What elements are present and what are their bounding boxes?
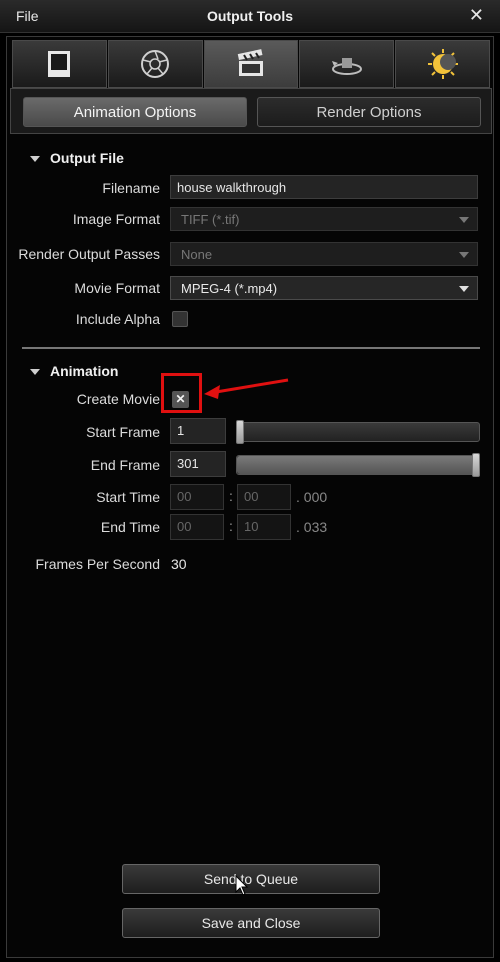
time-separator: : <box>229 518 233 534</box>
create-movie-label: Create Movie <box>76 391 160 407</box>
tab-page[interactable] <box>12 40 107 88</box>
image-format-label: Image Format <box>72 211 160 227</box>
start-time-seconds[interactable]: 00 <box>237 484 291 510</box>
option-tabs: Animation Options Render Options <box>10 88 492 134</box>
include-alpha-checkbox[interactable] <box>172 311 188 327</box>
tab-animation[interactable] <box>203 40 299 88</box>
time-separator: : <box>229 488 233 504</box>
page-icon <box>48 51 71 77</box>
tool-tabs <box>12 40 490 88</box>
annotation-highlight-box <box>161 373 202 413</box>
end-frame-slider[interactable] <box>236 453 480 477</box>
fps-value: 30 <box>171 556 187 572</box>
render-passes-label: Render Output Passes <box>18 246 160 262</box>
output-file-section-toggle[interactable]: Output File <box>30 150 124 166</box>
close-icon[interactable]: ✕ <box>469 5 484 26</box>
start-frame-input[interactable]: 1 <box>170 418 226 444</box>
filename-label: Filename <box>102 180 160 196</box>
rotate-icon <box>331 58 362 75</box>
movie-format-label: Movie Format <box>74 280 160 296</box>
save-and-close-button[interactable]: Save and Close <box>122 908 380 938</box>
start-frame-label: Start Frame <box>86 424 160 440</box>
output-file-heading: Output File <box>50 150 124 166</box>
send-to-queue-button[interactable]: Send to Queue <box>122 864 380 894</box>
end-frame-label: End Frame <box>90 457 160 473</box>
render-options-tab[interactable]: Render Options <box>257 97 481 127</box>
slider-fill <box>237 456 479 474</box>
collapse-triangle-icon <box>30 369 40 376</box>
start-time-minutes[interactable]: 00 <box>170 484 224 510</box>
window-title: Output Tools <box>206 8 294 24</box>
collapse-triangle-icon <box>30 156 40 163</box>
movie-format-value: MPEG-4 (*.mp4) <box>181 281 278 296</box>
clapperboard-icon <box>237 49 263 76</box>
image-format-select[interactable]: TIFF (*.tif) <box>170 207 478 231</box>
dropdown-arrow-icon <box>459 252 469 258</box>
section-divider <box>22 347 480 349</box>
filename-input[interactable]: house walkthrough <box>170 175 478 199</box>
tab-aperture[interactable] <box>107 40 203 88</box>
render-passes-value: None <box>181 247 213 262</box>
movie-format-select[interactable]: MPEG-4 (*.mp4) <box>170 276 478 300</box>
animation-options-tab[interactable]: Animation Options <box>23 97 247 127</box>
slider-handle[interactable] <box>236 420 244 444</box>
render-passes-select[interactable]: None <box>170 242 478 266</box>
dropdown-arrow-icon <box>459 217 469 223</box>
animation-section-toggle[interactable]: Animation <box>30 363 118 379</box>
include-alpha-label: Include Alpha <box>75 311 160 327</box>
start-frame-slider[interactable] <box>236 420 480 444</box>
title-bar: File Output Tools ✕ <box>0 0 500 33</box>
dropdown-arrow-icon <box>459 286 469 292</box>
annotation-arrow-icon <box>204 378 289 399</box>
image-format-value: TIFF (*.tif) <box>181 212 240 227</box>
animation-heading: Animation <box>50 363 119 379</box>
end-time-label: End Time <box>100 519 160 535</box>
slider-handle[interactable] <box>472 453 480 477</box>
end-time-seconds[interactable]: 10 <box>237 514 291 540</box>
mouse-cursor-icon <box>235 875 249 896</box>
tab-sun[interactable] <box>395 40 490 88</box>
tab-rotate[interactable] <box>299 40 395 88</box>
end-time-milliseconds: . 033 <box>296 519 328 535</box>
start-time-milliseconds: . 000 <box>296 489 328 505</box>
end-time-minutes[interactable]: 00 <box>170 514 224 540</box>
sun-icon <box>427 49 458 79</box>
start-time-label: Start Time <box>96 489 160 505</box>
fps-label: Frames Per Second <box>35 556 161 572</box>
aperture-icon <box>141 50 170 78</box>
end-frame-input[interactable]: 301 <box>170 451 226 477</box>
